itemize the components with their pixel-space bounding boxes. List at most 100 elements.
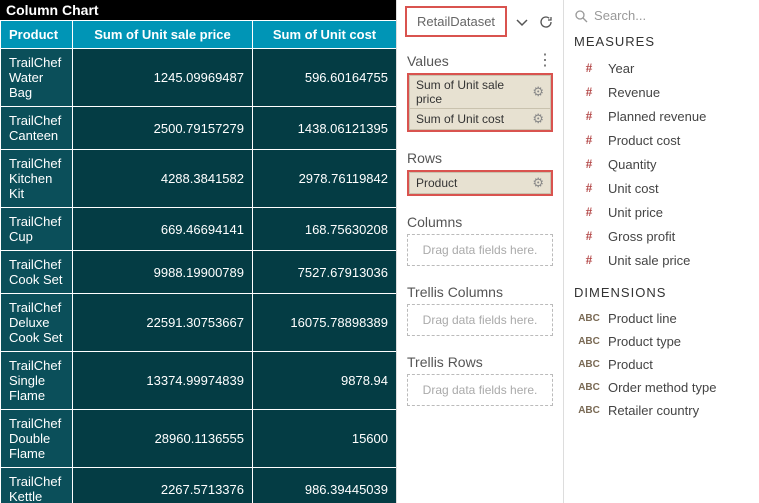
dataset-selector[interactable]: RetailDataset <box>405 6 507 37</box>
cell-sale: 2500.79157279 <box>73 107 253 150</box>
field-label: Unit sale price <box>608 253 690 268</box>
dimension-item[interactable]: ABCProduct line <box>568 307 759 330</box>
field-label: Product <box>608 357 653 372</box>
measure-item[interactable]: # Planned revenue <box>568 104 759 128</box>
table-row[interactable]: TrailChef Cook Set9988.199007897527.6791… <box>1 251 397 294</box>
gear-icon[interactable]: ⚙ <box>532 175 544 191</box>
table-row[interactable]: TrailChef Single Flame13374.999748399878… <box>1 352 397 410</box>
field-label: Gross profit <box>608 229 675 244</box>
text-type-icon: ABC <box>578 313 600 324</box>
cell-sale: 669.46694141 <box>73 208 253 251</box>
measure-item[interactable]: # Unit sale price <box>568 248 759 272</box>
field-pill-label: Sum of Unit cost <box>416 112 504 126</box>
cell-sale: 22591.30753667 <box>73 294 253 352</box>
cell-product: TrailChef Canteen <box>1 107 73 150</box>
cell-product: TrailChef Single Flame <box>1 352 73 410</box>
values-label: Values <box>407 53 449 69</box>
dimension-item[interactable]: ABC Product <box>568 353 759 376</box>
rows-label: Rows <box>407 150 442 166</box>
table-row[interactable]: TrailChef Double Flame28960.113655515600 <box>1 410 397 468</box>
cell-product: TrailChef Cup <box>1 208 73 251</box>
text-type-icon: ABC <box>578 382 600 393</box>
cell-product: TrailChef Double Flame <box>1 410 73 468</box>
field-label: Product type <box>608 334 681 349</box>
cell-sale: 9988.19900789 <box>73 251 253 294</box>
cell-product: TrailChef Water Bag <box>1 49 73 107</box>
table-row[interactable]: TrailChef Deluxe Cook Set22591.307536671… <box>1 294 397 352</box>
field-label: Unit cost <box>608 181 659 196</box>
rows-shelf[interactable]: Product ⚙ <box>407 170 553 196</box>
cell-sale: 2267.5713376 <box>73 468 253 503</box>
table-row[interactable]: TrailChef Cup669.46694141168.75630208 <box>1 208 397 251</box>
measure-item[interactable]: #Unit cost <box>568 176 759 200</box>
gear-icon[interactable]: ⚙ <box>532 84 544 100</box>
field-pill-label: Sum of Unit sale price <box>416 78 532 106</box>
measure-item[interactable]: # Year <box>568 56 759 80</box>
text-type-icon: ABC <box>578 359 600 370</box>
cell-product: TrailChef Kitchen Kit <box>1 150 73 208</box>
gear-icon[interactable]: ⚙ <box>532 111 544 127</box>
trellis-rows-label: Trellis Rows <box>407 354 483 370</box>
field-label: Order method type <box>608 380 716 395</box>
cell-sale: 13374.99974839 <box>73 352 253 410</box>
number-type-icon: # <box>578 252 600 268</box>
number-type-icon: # <box>578 60 600 76</box>
number-type-icon: # <box>578 204 600 220</box>
trellis-columns-label: Trellis Columns <box>407 284 503 300</box>
table-row[interactable]: TrailChef Water Bag1245.09969487596.6016… <box>1 49 397 107</box>
measure-item[interactable]: #Quantity <box>568 152 759 176</box>
measure-item[interactable]: #Unit price <box>568 200 759 224</box>
columns-label: Columns <box>407 214 462 230</box>
col-header-product[interactable]: Product <box>1 21 73 49</box>
columns-dropzone[interactable]: Drag data fields here. <box>407 234 553 266</box>
measure-item[interactable]: # Revenue <box>568 80 759 104</box>
values-shelf[interactable]: Sum of Unit sale price⚙ Sum of Unit cost ⚙ <box>407 73 553 132</box>
field-label: Product cost <box>608 133 680 148</box>
cell-cost: 7527.67913036 <box>253 251 397 294</box>
cell-cost: 596.60164755 <box>253 49 397 107</box>
dimension-item[interactable]: ABC Retailer country <box>568 399 759 422</box>
number-type-icon: # <box>578 84 600 100</box>
number-type-icon: # <box>578 108 600 124</box>
dataset-name: RetailDataset <box>417 14 495 29</box>
cell-cost: 1438.06121395 <box>253 107 397 150</box>
dataset-dropdown-icon[interactable] <box>513 13 531 31</box>
cell-cost: 986.39445039 <box>253 468 397 503</box>
table-row[interactable]: TrailChef Canteen2500.791572791438.06121… <box>1 107 397 150</box>
field-pill[interactable]: Sum of Unit sale price⚙ <box>409 75 551 109</box>
field-label: Planned revenue <box>608 109 706 124</box>
field-label: Revenue <box>608 85 660 100</box>
field-label: Retailer country <box>608 403 699 418</box>
cell-sale: 1245.09969487 <box>73 49 253 107</box>
table-row[interactable]: TrailChef Kitchen Kit4288.38415822978.76… <box>1 150 397 208</box>
number-type-icon: # <box>578 156 600 172</box>
field-pill[interactable]: Product ⚙ <box>409 172 551 194</box>
field-label: Year <box>608 61 634 76</box>
trellis-rows-dropzone[interactable]: Drag data fields here. <box>407 374 553 406</box>
number-type-icon: # <box>578 132 600 148</box>
measures-header[interactable]: MEASURES ⌄ <box>564 27 759 56</box>
dimension-item[interactable]: ABCProduct type <box>568 330 759 353</box>
col-header-cost[interactable]: Sum of Unit cost <box>253 21 397 49</box>
col-header-sale[interactable]: Sum of Unit sale price <box>73 21 253 49</box>
field-pill-label: Product <box>416 176 457 190</box>
config-panel: RetailDataset Values ⋮ Sum of Unit sale … <box>396 0 564 503</box>
search-icon <box>574 9 588 23</box>
values-menu-icon[interactable]: ⋮ <box>537 57 553 65</box>
trellis-columns-dropzone[interactable]: Drag data fields here. <box>407 304 553 336</box>
field-pill[interactable]: Sum of Unit cost ⚙ <box>409 109 551 130</box>
dimensions-header[interactable]: DIMENSIONS ⌄ <box>564 278 759 307</box>
cell-cost: 15600 <box>253 410 397 468</box>
cell-cost: 2978.76119842 <box>253 150 397 208</box>
cell-sale: 4288.3841582 <box>73 150 253 208</box>
text-type-icon: ABC <box>578 405 600 416</box>
measure-item[interactable]: #Gross profit <box>568 224 759 248</box>
measure-item[interactable]: # Product cost <box>568 128 759 152</box>
table-row[interactable]: TrailChef Kettle2267.5713376986.39445039 <box>1 468 397 503</box>
cell-product: TrailChef Kettle <box>1 468 73 503</box>
search-input[interactable] <box>594 8 759 23</box>
cell-cost: 16075.78898389 <box>253 294 397 352</box>
dimension-item[interactable]: ABC Order method type <box>568 376 759 399</box>
refresh-icon[interactable] <box>537 13 555 31</box>
cell-sale: 28960.1136555 <box>73 410 253 468</box>
